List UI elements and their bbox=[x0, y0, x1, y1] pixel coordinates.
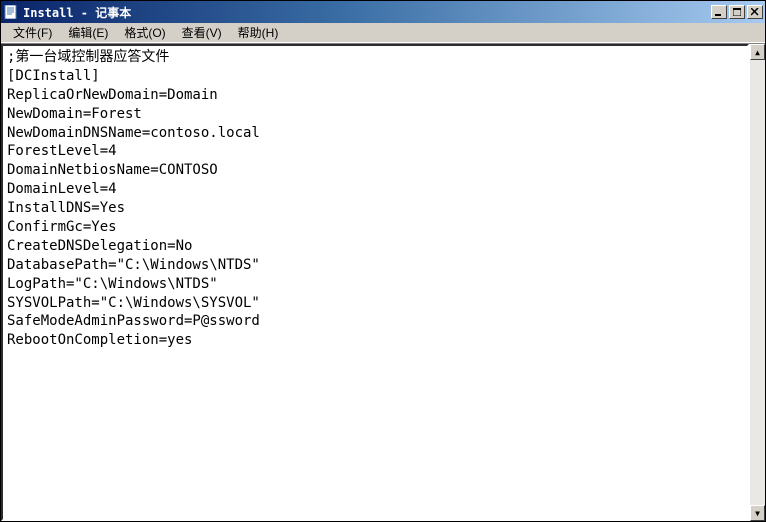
menu-format[interactable]: 格式(O) bbox=[116, 22, 173, 43]
menu-help[interactable]: 帮助(H) bbox=[230, 22, 287, 43]
app-icon bbox=[3, 4, 19, 20]
window-controls bbox=[709, 5, 763, 19]
window-title: Install - 记事本 bbox=[23, 4, 709, 21]
maximize-button[interactable] bbox=[729, 5, 745, 19]
scroll-down-button[interactable]: ▼ bbox=[750, 505, 765, 521]
scroll-up-button[interactable]: ▲ bbox=[750, 44, 765, 60]
minimize-button[interactable] bbox=[711, 5, 727, 19]
notepad-window: Install - 记事本 文件(F) 编辑(E) 格式(O) 查看(V) 帮助… bbox=[0, 0, 766, 522]
menu-file[interactable]: 文件(F) bbox=[5, 22, 60, 43]
menu-edit[interactable]: 编辑(E) bbox=[60, 22, 116, 43]
content-area: ;第一台域控制器应答文件 [DCInstall] ReplicaOrNewDom… bbox=[1, 43, 765, 521]
menu-view[interactable]: 查看(V) bbox=[174, 22, 230, 43]
titlebar[interactable]: Install - 记事本 bbox=[1, 1, 765, 23]
vertical-scrollbar[interactable]: ▲ ▼ bbox=[749, 44, 765, 521]
text-editor[interactable]: ;第一台域控制器应答文件 [DCInstall] ReplicaOrNewDom… bbox=[1, 44, 749, 521]
menubar: 文件(F) 编辑(E) 格式(O) 查看(V) 帮助(H) bbox=[1, 23, 765, 43]
scroll-track[interactable] bbox=[750, 60, 765, 505]
close-button[interactable] bbox=[747, 5, 763, 19]
